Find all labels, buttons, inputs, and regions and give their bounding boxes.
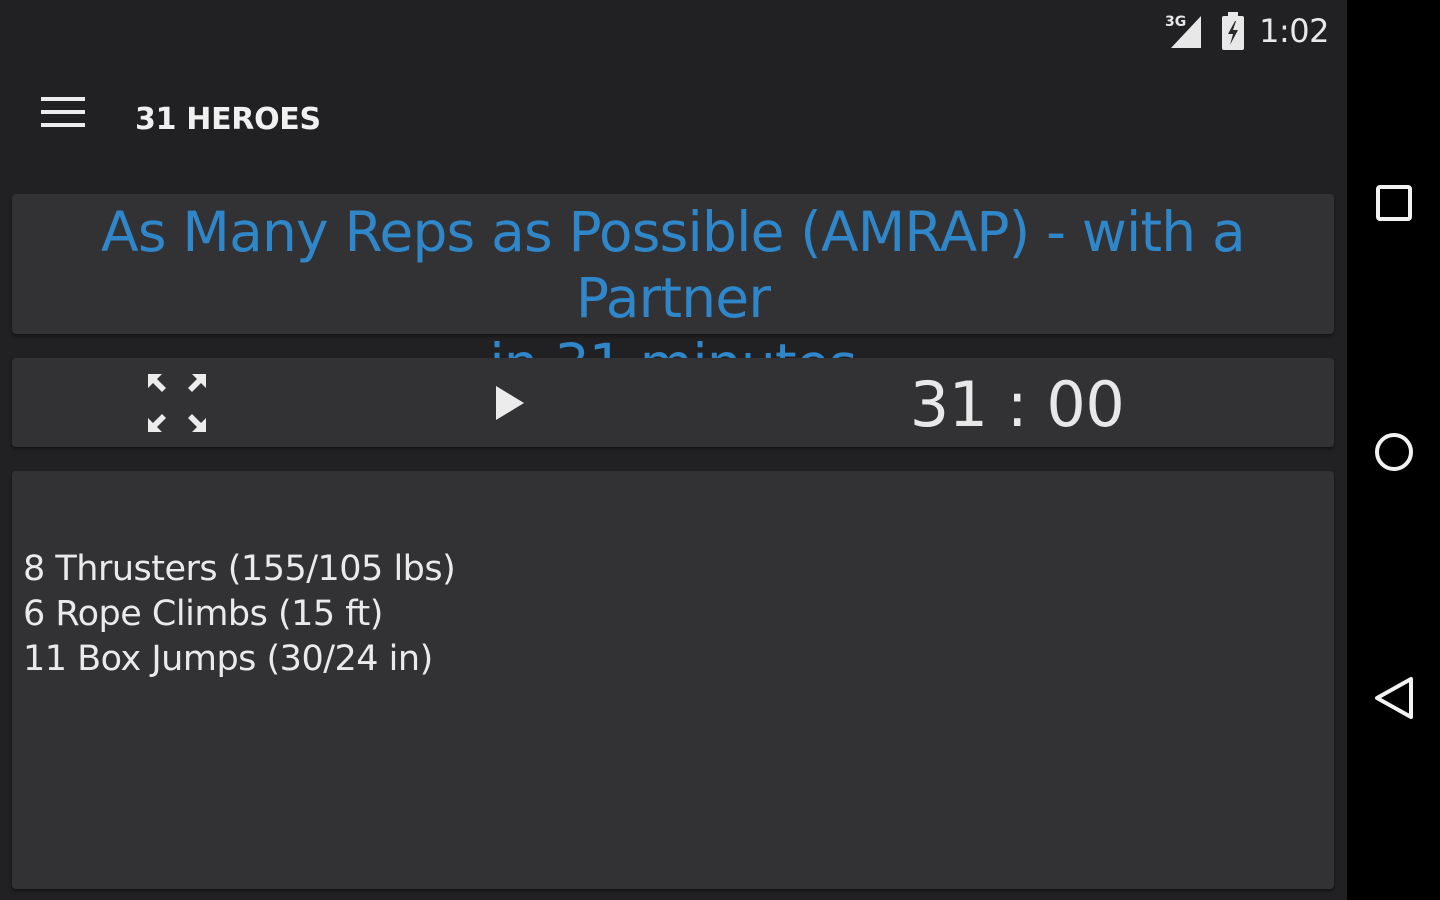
screen: 3G 1:02 31 HEROES As Many Reps as Possib… (0, 0, 1440, 900)
home-icon (1375, 433, 1413, 471)
signal-icon: 3G (1165, 14, 1202, 48)
exercises-card: 8 Thrusters (155/105 lbs) 6 Rope Climbs … (12, 471, 1334, 889)
exercise-list: 8 Thrusters (155/105 lbs) 6 Rope Climbs … (23, 547, 456, 682)
exercise-item: 8 Thrusters (155/105 lbs) (23, 549, 456, 589)
app-window: 3G 1:02 31 HEROES As Many Reps as Possib… (0, 0, 1347, 900)
timer-card: 31 : 00 (12, 358, 1334, 447)
status-icons: 3G 1:02 (1165, 10, 1329, 52)
menu-icon (41, 97, 85, 127)
app-toolbar: 31 HEROES (0, 62, 1347, 180)
status-time: 1:02 (1259, 12, 1329, 50)
play-icon (496, 386, 524, 420)
back-button[interactable] (1369, 673, 1419, 723)
back-icon (1375, 677, 1413, 719)
app-title: 31 HEROES (135, 102, 321, 137)
timer-display: 31 : 00 (909, 368, 1125, 441)
play-button[interactable] (488, 378, 538, 428)
recents-icon (1376, 185, 1412, 221)
home-button[interactable] (1369, 427, 1419, 477)
workout-title-line-1: As Many Reps as Possible (AMRAP) - with … (101, 200, 1246, 330)
fullscreen-icon (148, 374, 206, 432)
navigation-bar (1347, 0, 1440, 900)
status-bar: 3G 1:02 (0, 0, 1347, 62)
network-type-label: 3G (1165, 14, 1186, 30)
workout-title-card: As Many Reps as Possible (AMRAP) - with … (12, 194, 1334, 396)
recents-button[interactable] (1369, 179, 1419, 229)
exercise-item: 6 Rope Climbs (15 ft) (23, 594, 383, 634)
exercise-item: 11 Box Jumps (30/24 in) (23, 639, 433, 679)
fullscreen-button[interactable] (146, 372, 208, 434)
menu-button[interactable] (38, 88, 88, 138)
battery-icon (1222, 12, 1245, 50)
